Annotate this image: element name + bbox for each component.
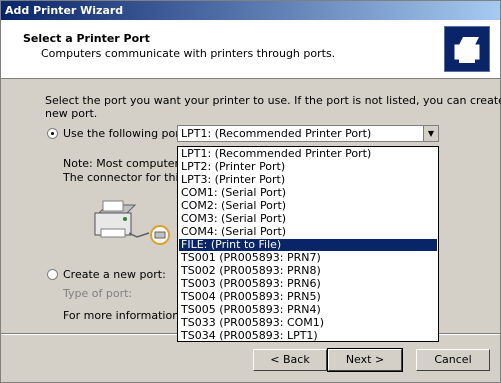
dropdown-item[interactable]: TS034 (PR005893: LPT1) xyxy=(179,330,437,342)
port-select-value: LPT1: (Recommended Printer Port) xyxy=(181,127,372,140)
port-select[interactable]: LPT1: (Recommended Printer Port) ▼ xyxy=(177,125,439,142)
dropdown-item-selected[interactable]: FILE: (Print to File) xyxy=(179,239,437,251)
dropdown-item[interactable]: LPT3: (Printer Port) xyxy=(179,174,437,186)
dropdown-item[interactable]: COM4: (Serial Port) xyxy=(179,226,437,238)
next-button[interactable]: Next > xyxy=(327,348,403,372)
cancel-button[interactable]: Cancel xyxy=(416,349,490,371)
dropdown-item[interactable]: TS002 (PR005893: PRN8) xyxy=(179,265,437,277)
dropdown-item[interactable]: TS001 (PR005893: PRN7) xyxy=(179,252,437,264)
chevron-down-icon[interactable]: ▼ xyxy=(423,126,438,141)
dropdown-item[interactable]: LPT1: (Recommended Printer Port) xyxy=(179,148,437,160)
page-title: Select a Printer Port xyxy=(23,32,150,45)
port-connector-icon xyxy=(149,224,171,246)
wizard-header: Select a Printer Port Computers communic… xyxy=(1,20,500,79)
instruction-text-2: new port. xyxy=(45,107,98,120)
printer-wizard-icon xyxy=(444,26,490,72)
create-new-port-label[interactable]: Create a new port: xyxy=(63,268,166,281)
window-title: Add Printer Wizard xyxy=(1,1,500,20)
dropdown-item[interactable]: COM3: (Serial Port) xyxy=(179,213,437,225)
dropdown-item[interactable]: TS003 (PR005893: PRN6) xyxy=(179,278,437,290)
dropdown-item[interactable]: TS004 (PR005893: PRN5) xyxy=(179,291,437,303)
use-following-port-radio[interactable] xyxy=(47,128,58,139)
create-new-port-radio[interactable] xyxy=(47,269,58,280)
page-subtitle: Computers communicate with printers thro… xyxy=(41,47,336,60)
port-dropdown-list[interactable]: LPT1: (Recommended Printer Port) LPT2: (… xyxy=(177,146,439,342)
dropdown-item[interactable]: COM2: (Serial Port) xyxy=(179,200,437,212)
dropdown-item[interactable]: TS005 (PR005893: PRN4) xyxy=(179,304,437,316)
use-following-port-label[interactable]: Use the following port: xyxy=(63,127,188,140)
instruction-text: Select the port you want your printer to… xyxy=(45,94,501,107)
dropdown-item[interactable]: LPT2: (Printer Port) xyxy=(179,161,437,173)
note-text: Note: Most computers u xyxy=(63,157,196,170)
back-button[interactable]: < Back xyxy=(253,349,327,371)
cable-line xyxy=(129,232,150,238)
add-printer-wizard-window: Add Printer Wizard Select a Printer Port… xyxy=(0,0,501,383)
note-text-2: The connector for this p xyxy=(63,171,195,184)
dropdown-item[interactable]: COM1: (Serial Port) xyxy=(179,187,437,199)
dropdown-item[interactable]: TS033 (PR005893: COM1) xyxy=(179,317,437,329)
type-of-port-label: Type of port: xyxy=(63,287,133,300)
